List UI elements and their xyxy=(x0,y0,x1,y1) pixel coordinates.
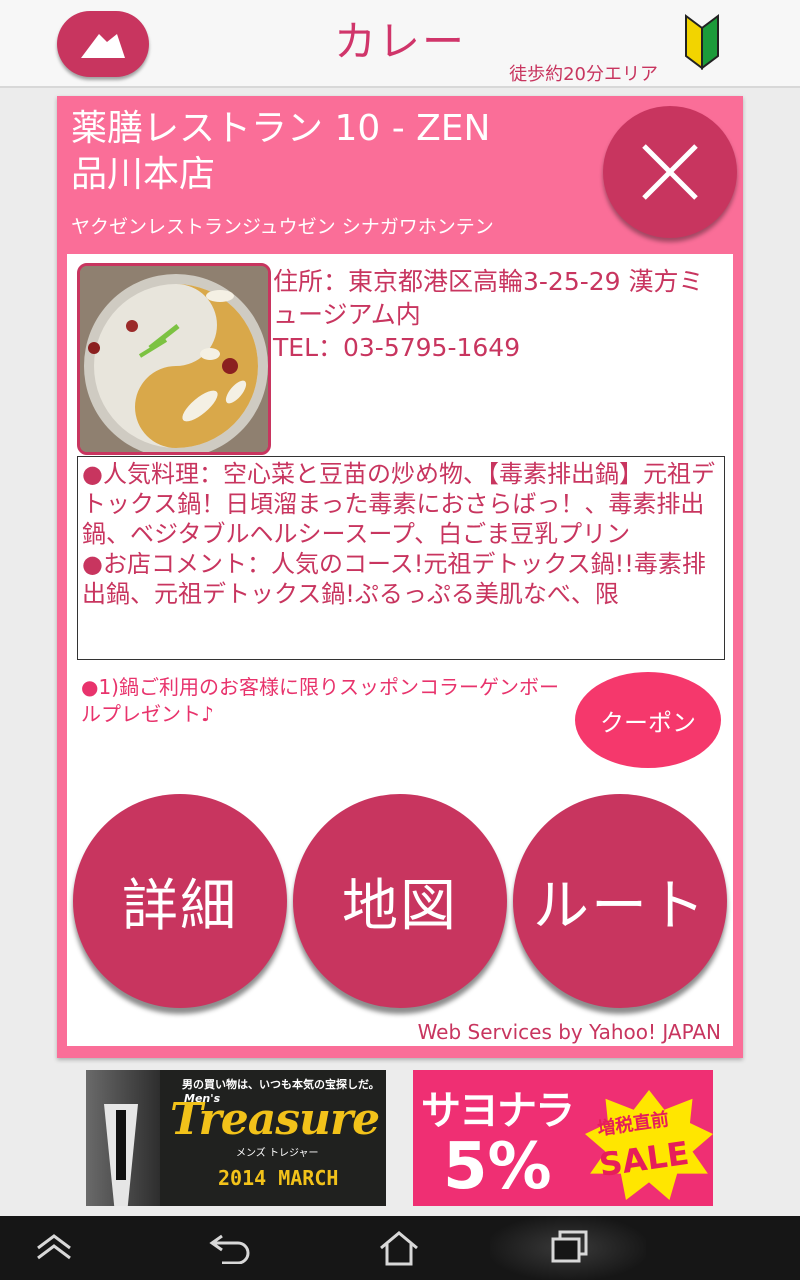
shop-info-panel: 住所：東京都港区高輪3-25-29 漢方ミュージアム内 TEL：03-5795-… xyxy=(67,254,733,1046)
yahoo-credit[interactable]: Web Services by Yahoo! JAPAN xyxy=(418,1020,721,1044)
detail-button[interactable]: 詳細 xyxy=(73,794,287,1008)
app-header: カレー 徒歩約20分エリア xyxy=(0,0,800,88)
system-nav-bar xyxy=(0,1216,800,1280)
sale-percent: 5% xyxy=(443,1130,552,1204)
shop-name-line1: 薬膳レストラン 10 - ZEN xyxy=(71,108,491,149)
beginner-mark-icon[interactable] xyxy=(684,14,720,70)
shop-contact: 住所：東京都港区高輪3-25-29 漢方ミュージアム内 TEL：03-5795-… xyxy=(273,265,723,364)
shop-kana: ヤクゼンレストランジュウゼン シナガワホンテン xyxy=(71,216,494,238)
shop-name-line2: 品川本店 xyxy=(71,154,216,195)
tie-shape xyxy=(116,1110,126,1180)
treasure-date: 2014 MARCH xyxy=(218,1166,339,1190)
page-title: カレー xyxy=(333,17,466,66)
coupon-button[interactable]: クーポン xyxy=(575,672,721,768)
home-nav-icon[interactable] xyxy=(378,1230,420,1266)
man-figure-image xyxy=(86,1070,160,1206)
treasure-tagline: 男の買い物は、いつも本気の宝探しだ。 xyxy=(182,1078,380,1091)
back-nav-icon[interactable] xyxy=(208,1230,254,1264)
area-label: 徒歩約20分エリア xyxy=(509,64,658,85)
treasure-title: Treasure xyxy=(170,1094,380,1145)
shop-card: 薬膳レストラン 10 - ZEN 品川本店 ヤクゼンレストランジュウゼン シナガ… xyxy=(57,96,743,1058)
hotpot-photo-image xyxy=(80,266,268,452)
hide-keyboard-icon[interactable] xyxy=(34,1230,74,1264)
shop-address: 住所：東京都港区高輪3-25-29 漢方ミュージアム内 xyxy=(273,267,704,329)
close-button[interactable] xyxy=(603,106,737,238)
route-button[interactable]: ルート xyxy=(513,794,727,1008)
coupon-text: ●1)鍋ご利用のお客様に限りスッポンコラーゲンボールプレゼント♪ xyxy=(81,675,559,726)
close-icon xyxy=(642,144,698,200)
sale-title: サヨナラ xyxy=(421,1088,575,1134)
shop-name: 薬膳レストラン 10 - ZEN 品川本店 xyxy=(71,106,591,198)
shop-photo[interactable] xyxy=(77,263,271,455)
recent-apps-icon[interactable] xyxy=(550,1230,590,1264)
treasure-banner-ad[interactable]: 男の買い物は、いつも本気の宝探しだ。 Men's Treasure メンズ トレ… xyxy=(86,1070,386,1206)
map-button[interactable]: 地図 xyxy=(293,794,507,1008)
shop-description[interactable]: ●人気料理：空心菜と豆苗の炒め物、【毒素排出鍋】元祖デトックス鍋！日頃溜まった毒… xyxy=(77,456,725,660)
shop-tel[interactable]: TEL：03-5795-1649 xyxy=(273,331,723,364)
sale-banner-ad[interactable]: サヨナラ 5% 増税直前 SALE xyxy=(413,1070,713,1206)
treasure-kana: メンズ トレジャー xyxy=(236,1148,319,1159)
